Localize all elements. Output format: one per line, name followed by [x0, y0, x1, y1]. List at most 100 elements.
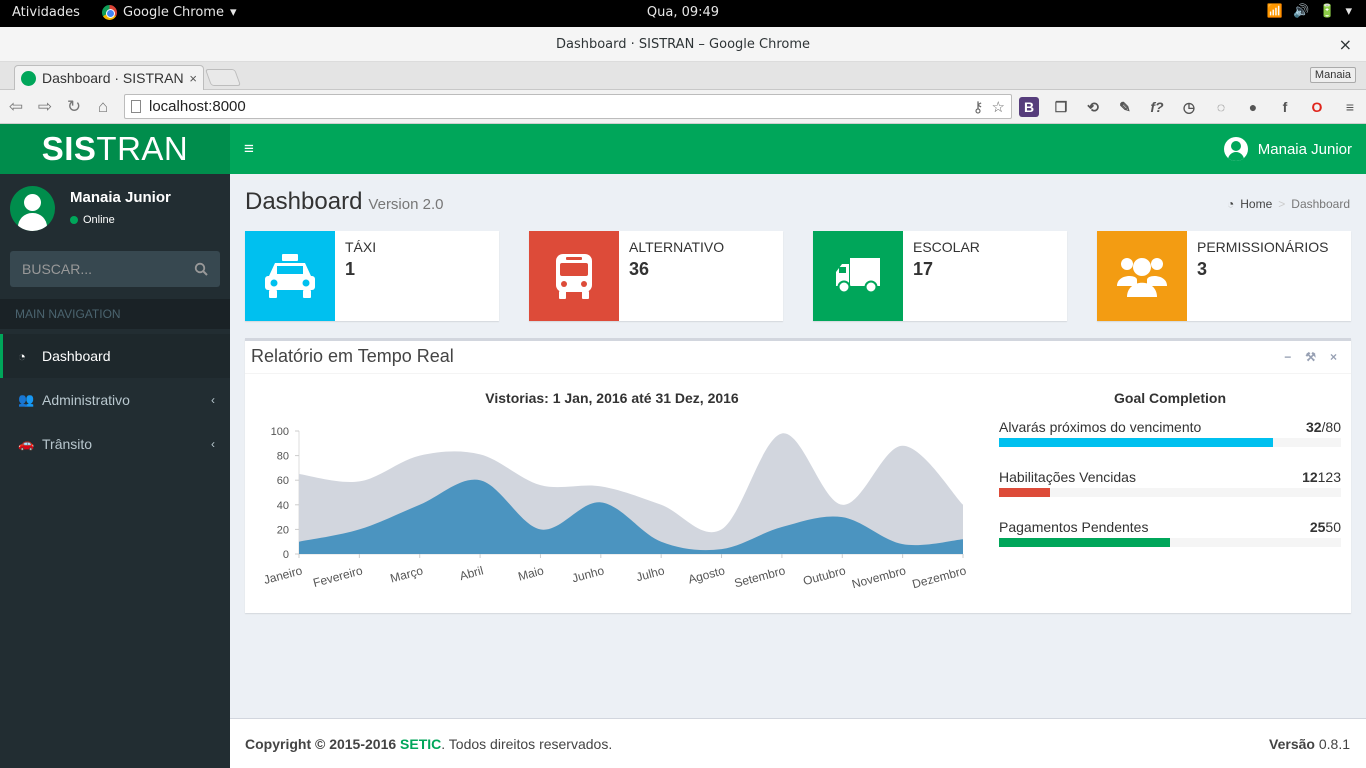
goal-value: 12123: [1302, 469, 1341, 485]
logo-bold: SIS: [41, 130, 97, 167]
avatar: [1223, 137, 1248, 161]
dashboard-icon: ◔: [1227, 197, 1235, 211]
x-tick-label: Março: [389, 563, 425, 585]
sidebar-user-panel: Manaia Junior Online: [10, 186, 171, 231]
clock[interactable]: Qua, 09:49: [0, 5, 1366, 20]
eyedropper-extension-icon[interactable]: ✎: [1115, 97, 1135, 117]
function-extension-icon[interactable]: f?: [1147, 97, 1167, 117]
box-tools: − ⚒ ×: [1284, 350, 1337, 364]
goal-label: Habilitações Vencidas: [999, 469, 1136, 485]
facebook-extension-icon[interactable]: f: [1275, 97, 1295, 117]
bootstrap-extension-icon[interactable]: B: [1019, 97, 1039, 117]
window-title: Dashboard · SISTRAN – Google Chrome: [555, 37, 811, 52]
window-close-button[interactable]: ×: [1339, 35, 1352, 54]
x-tick-label: Dezembro: [911, 563, 968, 591]
opera-extension-icon[interactable]: O: [1307, 97, 1327, 117]
search-icon[interactable]: [194, 262, 208, 276]
footer-brand-link[interactable]: SETIC: [400, 736, 441, 752]
y-tick-label: 60: [277, 475, 289, 487]
chevron-left-icon: ‹: [211, 437, 215, 451]
status-badge: Online: [70, 214, 171, 226]
url-text[interactable]: localhost:8000: [149, 98, 965, 115]
info-box-alternativo[interactable]: ALTERNATIVO 36: [529, 231, 783, 321]
minimize-icon[interactable]: −: [1284, 350, 1291, 364]
sidebar-item-transito[interactable]: 🚗 Trânsito ‹: [0, 422, 230, 466]
sidebar-user-name: Manaia Junior: [70, 189, 171, 206]
info-box-value: 36: [629, 259, 650, 279]
tab-strip: Dashboard · SISTRAN × Manaia: [0, 62, 1366, 90]
back-icon[interactable]: ⇦: [5, 96, 27, 118]
script-extension-icon[interactable]: ⟲: [1083, 97, 1103, 117]
search-placeholder: BUSCAR...: [22, 261, 93, 277]
info-box-label: ALTERNATIVO: [629, 239, 725, 255]
pages-extension-icon[interactable]: ❐: [1051, 97, 1071, 117]
page-icon: [131, 100, 141, 113]
wifi-icon: 📶: [1266, 4, 1284, 19]
goal-progress-alvaras: Alvarás próximos do vencimento 32/80: [999, 419, 1341, 447]
page-title-text: Dashboard: [245, 188, 363, 215]
goal-title: Goal Completion: [1114, 390, 1226, 406]
report-box-header: Relatório em Tempo Real − ⚒ ×: [245, 341, 1351, 374]
x-tick-label: Setembro: [733, 563, 787, 590]
sidebar-item-administrativo[interactable]: 👥 Administrativo ‹: [0, 378, 230, 422]
goal-label: Alvarás próximos do vencimento: [999, 419, 1202, 435]
sidebar: Manaia Junior Online BUSCAR... MAIN NAVI…: [0, 174, 230, 768]
home-icon[interactable]: ⌂: [92, 96, 114, 118]
breadcrumb: ◔ Home > Dashboard: [1227, 197, 1350, 211]
goal-progress-pagamentos: Pagamentos Pendentes 2550: [999, 519, 1341, 547]
breadcrumb-separator: >: [1278, 197, 1286, 211]
mask-extension-icon[interactable]: ●: [1243, 97, 1263, 117]
footer-version: Versão 0.8.1: [1269, 736, 1350, 752]
battery-icon: 🔋: [1319, 4, 1336, 19]
info-box-label: TÁXI: [345, 239, 377, 255]
timer-extension-icon[interactable]: ◷: [1179, 97, 1199, 117]
progress-bar: [999, 438, 1341, 447]
y-tick-label: 100: [271, 426, 289, 438]
y-tick-label: 20: [277, 524, 289, 536]
address-bar[interactable]: localhost:8000 ⚷ ☆: [124, 94, 1012, 119]
info-box-taxi[interactable]: TÁXI 1: [245, 231, 499, 321]
sidebar-item-label: Administrativo: [42, 392, 130, 408]
power-caret-icon: ▾: [1345, 4, 1352, 19]
sidebar-toggle-icon[interactable]: ≡: [244, 139, 254, 159]
window-titlebar: Dashboard · SISTRAN – Google Chrome ×: [0, 27, 1366, 62]
app-logo[interactable]: SISTRAN: [0, 124, 230, 174]
chrome-menu-icon[interactable]: ≡: [1340, 97, 1360, 117]
key-icon[interactable]: ⚷: [973, 98, 984, 116]
y-tick-label: 40: [277, 500, 289, 512]
info-box-label: PERMISSIONÁRIOS: [1197, 239, 1329, 255]
info-box-escolar[interactable]: ESCOLAR 17: [813, 231, 1067, 321]
users-icon: 👥: [18, 392, 35, 407]
forward-icon[interactable]: ⇨: [34, 96, 56, 118]
footer: Copyright © 2015-2016 SETIC. Todos direi…: [230, 718, 1366, 768]
browser-tab[interactable]: Dashboard · SISTRAN ×: [14, 65, 204, 90]
info-box-permissionarios[interactable]: PERMISSIONÁRIOS 3: [1097, 231, 1351, 321]
breadcrumb-home[interactable]: Home: [1240, 197, 1272, 211]
wrench-icon[interactable]: ⚒: [1305, 350, 1316, 364]
sidebar-item-dashboard[interactable]: ◔ Dashboard: [0, 334, 230, 378]
progress-fill: [999, 538, 1170, 547]
x-tick-label: Fevereiro: [312, 563, 365, 590]
x-tick-label: Novembro: [850, 563, 907, 591]
taxi-icon: [245, 231, 335, 321]
progress-fill: [999, 438, 1273, 447]
user-menu[interactable]: Manaia Junior: [1223, 137, 1352, 161]
goal-value: 32/80: [1305, 419, 1341, 435]
system-tray[interactable]: 📶 🔊 🔋 ▾: [1267, 4, 1352, 19]
search-input[interactable]: BUSCAR...: [10, 251, 220, 287]
reload-icon[interactable]: ↻: [63, 96, 85, 118]
info-box-value: 1: [345, 259, 356, 279]
report-title: Relatório em Tempo Real: [251, 346, 454, 366]
user-menu-name: Manaia Junior: [1257, 140, 1352, 158]
bookmark-star-icon[interactable]: ☆: [992, 98, 1005, 116]
tab-close-button[interactable]: ×: [189, 71, 197, 86]
info-box-value: 3: [1197, 259, 1208, 279]
loop-extension-icon[interactable]: ◌: [1211, 97, 1231, 117]
content-wrapper: Dashboard Version 2.0 ◔ Home > Dashboard …: [230, 174, 1366, 718]
version-number: 0.8.1: [1318, 736, 1350, 752]
profile-button[interactable]: Manaia: [1309, 67, 1356, 83]
close-icon[interactable]: ×: [1330, 350, 1337, 364]
dashboard-icon: ◔: [18, 348, 26, 364]
x-tick-label: Janeiro: [262, 563, 304, 587]
new-tab-button[interactable]: [204, 69, 242, 86]
